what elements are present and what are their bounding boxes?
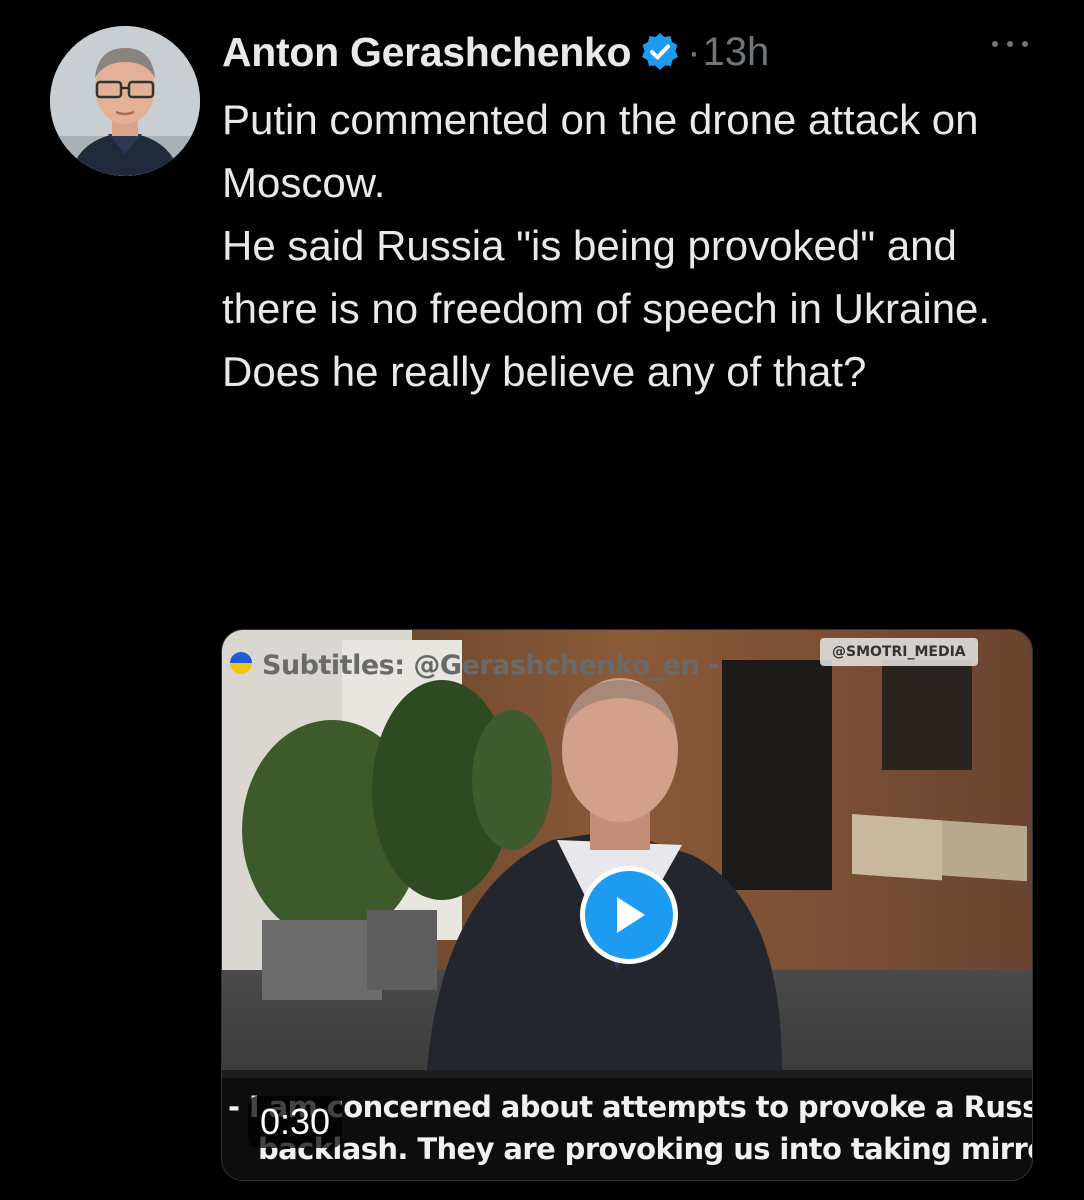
tweet-header: Anton Gerashchenko · 13h (222, 22, 769, 82)
tweet[interactable]: Anton Gerashchenko · 13h Putin commented… (0, 0, 1084, 1200)
video-player[interactable]: Subtitles: @Gerashchenko_en - @SMOTRI_ME… (221, 629, 1033, 1181)
subtitles-credit: Subtitles: @Gerashchenko_en - (262, 650, 719, 681)
tweet-paragraph-2: He said Russia "is being provoked" and t… (222, 222, 991, 332)
caption-line-2: backlash. They are provoking us into tak… (258, 1132, 1033, 1166)
more-options-icon[interactable] (988, 30, 1032, 58)
video-watermark: @SMOTRI_MEDIA (820, 638, 978, 666)
separator-dot: · (687, 29, 701, 74)
tweet-text: Putin commented on the drone attack on M… (222, 88, 1052, 403)
tweet-timestamp[interactable]: 13h (703, 30, 770, 75)
play-icon (617, 897, 645, 933)
author-name[interactable]: Anton Gerashchenko (222, 29, 632, 76)
video-duration: 0:30 (248, 1096, 343, 1148)
avatar[interactable] (50, 26, 200, 176)
tweet-paragraph-3: Does he really believe any of that? (222, 348, 867, 395)
play-button[interactable] (580, 866, 678, 964)
ukraine-flag-icon (230, 652, 252, 674)
tweet-paragraph-1: Putin commented on the drone attack on M… (222, 96, 979, 206)
verified-badge-icon (639, 31, 681, 73)
caption-line-1: - I am concerned about attempts to provo… (228, 1090, 1033, 1124)
video-caption: - I am concerned about attempts to provo… (228, 1086, 1033, 1170)
